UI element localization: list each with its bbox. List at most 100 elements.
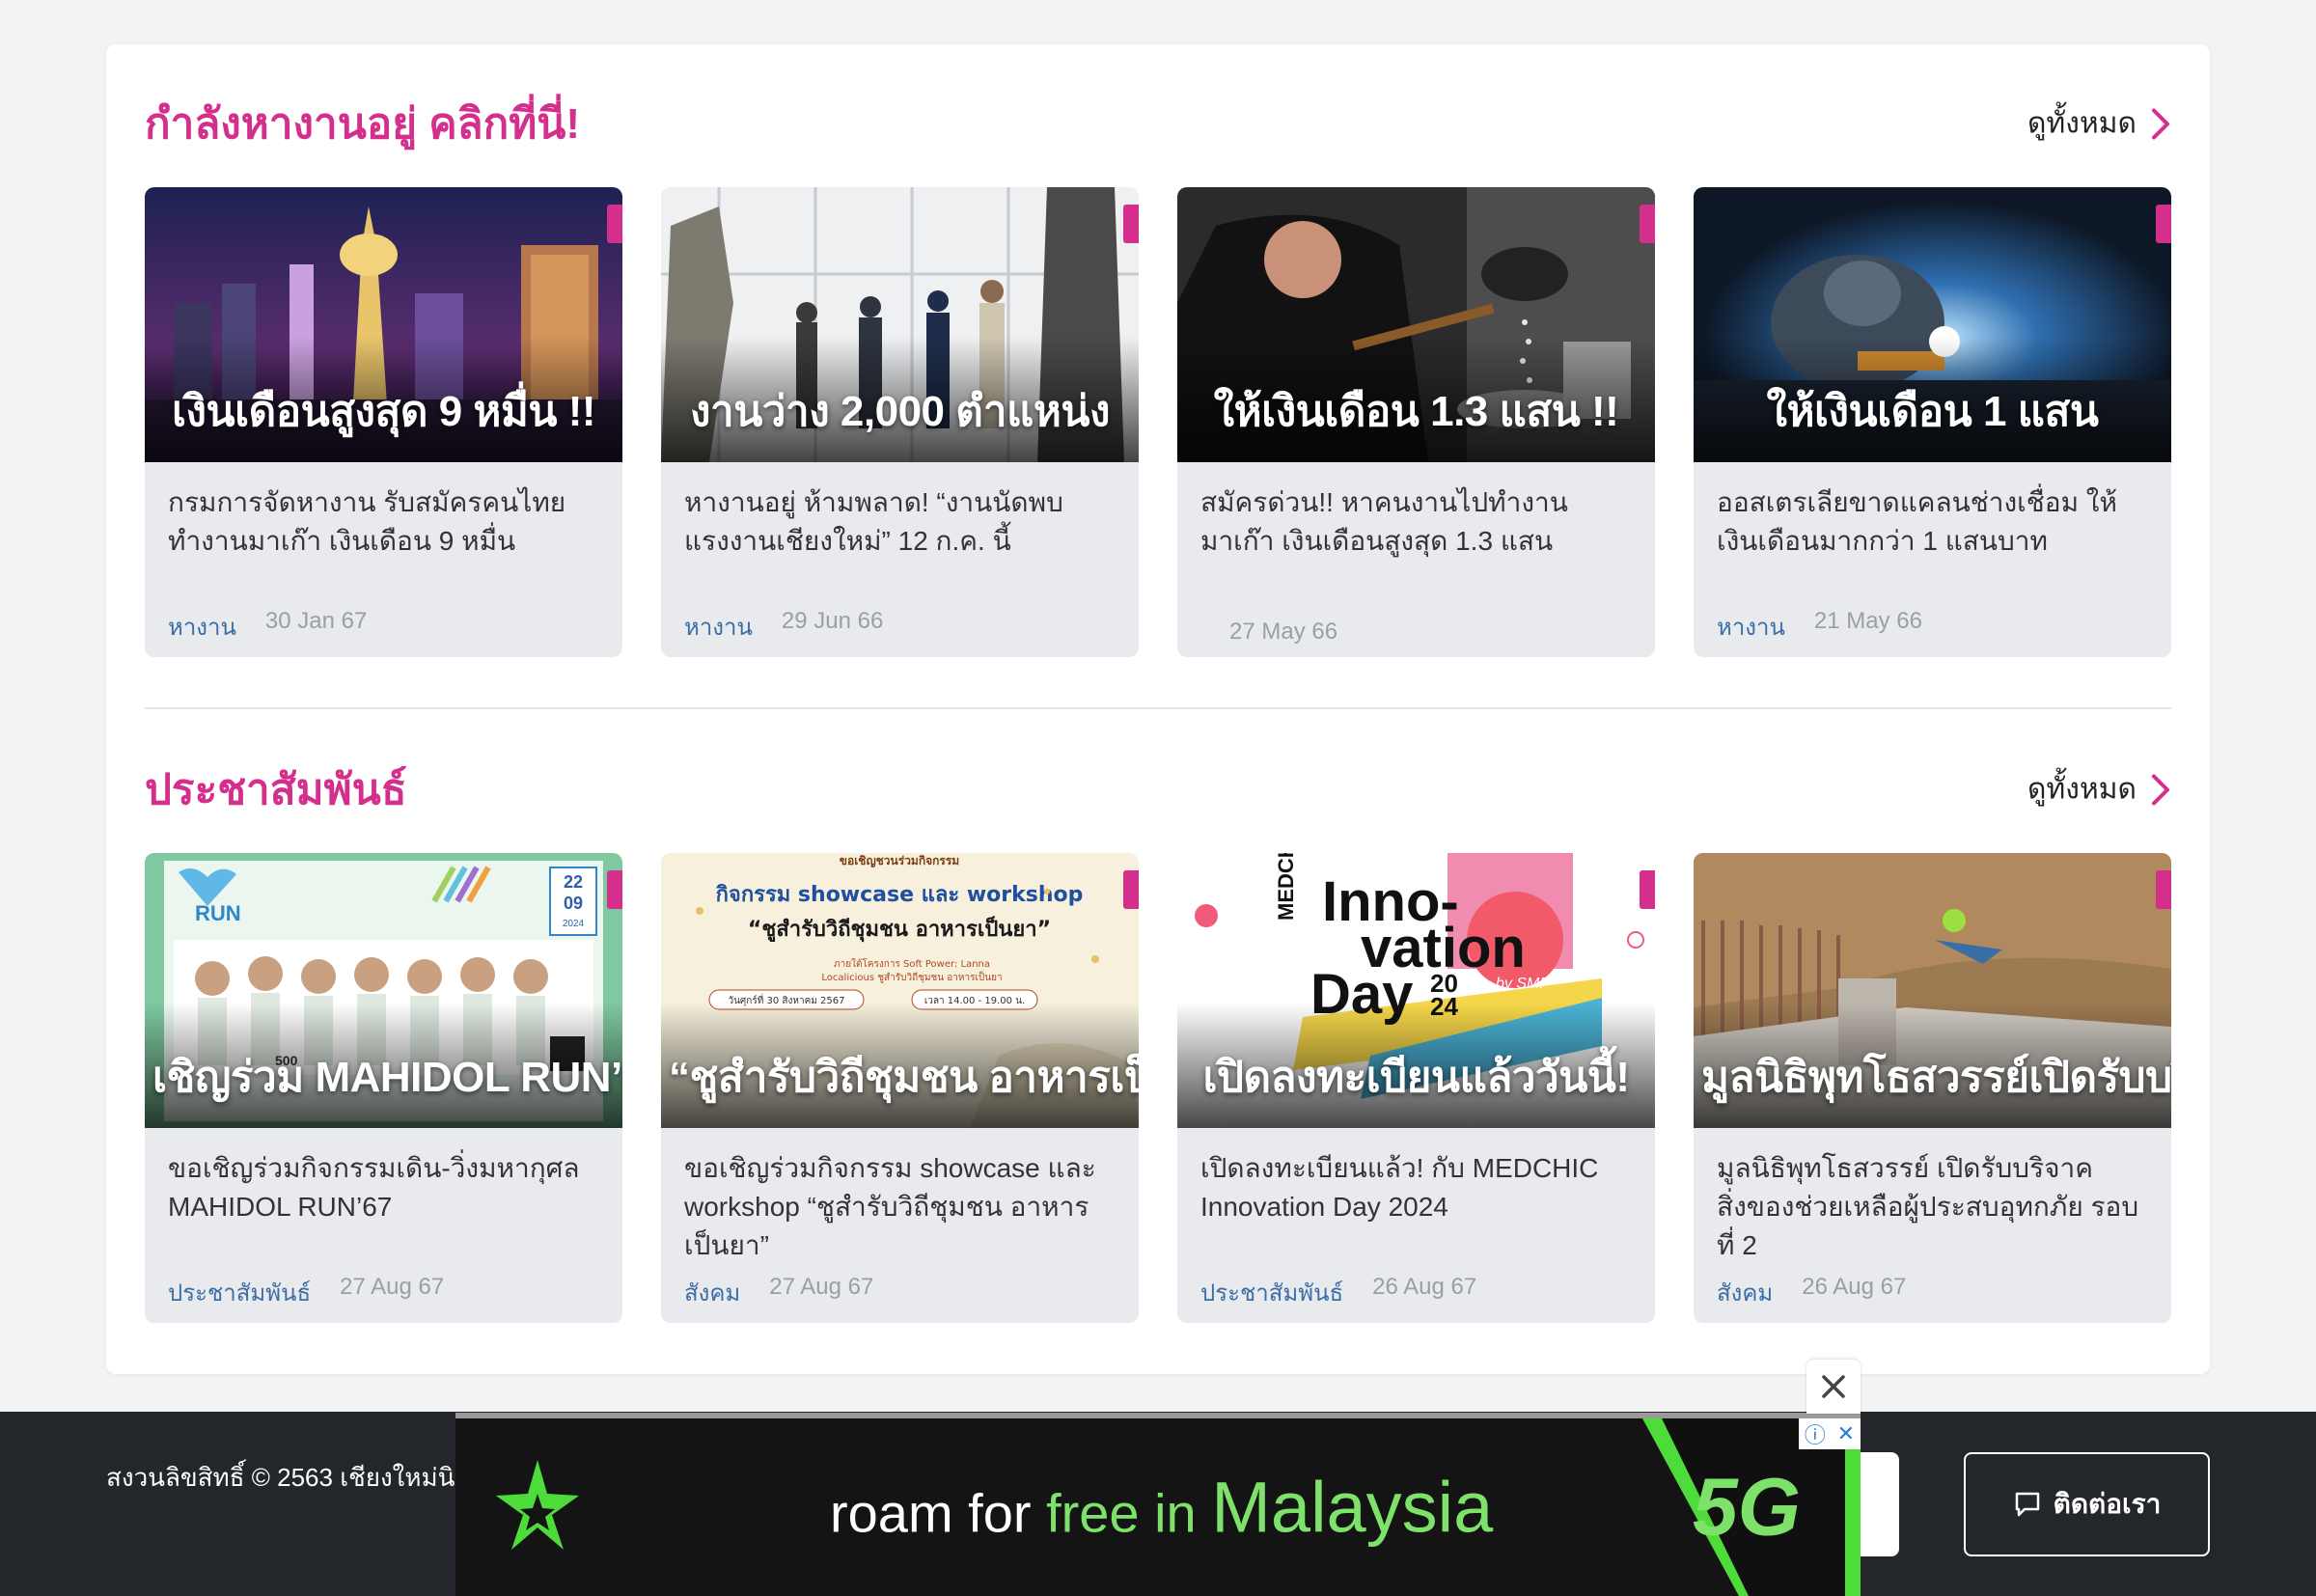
card-title[interactable]: มูลนิธิพุทโธสวรรย์ เปิดรับบริจาคสิ่งของช… [1717,1149,2148,1269]
card-title[interactable]: สมัครด่วน!! หาคนงานไปทำงานมาเก๊า เงินเดื… [1200,483,1632,603]
card-tag[interactable]: หางาน [684,608,753,646]
news-card[interactable]: RUN 22 09 2024 เชิญร่วม MAHIDOL RUN’67 ข… [145,853,622,1323]
card-headline: เปิดลงทะเบียนแล้ววันนี้! [1202,1054,1631,1101]
card-date: 26 Aug 67 [1372,1274,1477,1300]
chevron-right-icon [2152,108,2169,139]
card-date: 26 Aug 67 [1802,1274,1907,1300]
copyright-text: สงวนลิขสิทธิ์ © 2563 เชียงใหม่นิวส [106,1463,484,1492]
close-icon [1822,1375,1845,1398]
see-all-link[interactable]: ดูทั้งหมด [2027,767,2171,812]
card-date: 29 Jun 66 [781,608,884,634]
ad-close-button[interactable] [1806,1360,1861,1414]
section-header: ประชาสัมพันธ์ ดูทั้งหมด [145,751,2171,828]
card-meta: 27 May 66 [1200,619,1337,646]
card-body: ขอเชิญร่วมกิจกรรมเดิน-วิ่งมหากุศล MAHIDO… [145,1128,622,1269]
card-tag[interactable]: สังคม [684,1274,740,1311]
card-meta: หางาน 30 Jan 67 [168,608,367,646]
brand-star-icon [496,1460,579,1550]
card-date: 21 May 66 [1813,608,1922,634]
card-title[interactable]: ออสเตรเลียขาดแคลนช่างเชื่อม ให้เงินเดือน… [1717,483,2148,603]
news-card[interactable]: ให้เงินเดือน 1 แสน ออสเตรเลียขาดแคลนช่าง… [1694,187,2171,657]
card-title[interactable]: ขอเชิญร่วมกิจกรรม showcase และ workshop … [684,1149,1116,1269]
brand-logo [2156,870,2171,909]
card-headline: “ชูสำรับวิถีชุมชน อาหารเป็นยา” [669,1054,1139,1101]
card-meta: หางาน 21 May 66 [1717,608,1922,646]
card-date: 27 Aug 67 [769,1274,874,1300]
innovation-by: by SMP [1496,976,1550,992]
section-jobs: กำลังหางานอยู่ คลิกที่นี่! ดูทั้งหมด เงิ… [145,85,2171,657]
card-title[interactable]: กรมการจัดหางาน รับสมัครคนไทยทำงานมาเก๊า … [168,483,599,603]
chat-icon [2015,1492,2039,1517]
card-tag[interactable]: หางาน [168,608,236,646]
card-tag[interactable]: หางาน [1717,608,1785,646]
card-headline: ให้เงินเดือน 1 แสน [1766,388,2099,435]
card-meta: สังคม 27 Aug 67 [684,1274,873,1311]
card-body: เปิดลงทะเบียนแล้ว! กับ MEDCHIC Innovatio… [1177,1128,1655,1269]
card-tag[interactable]: ประชาสัมพันธ์ [168,1274,311,1311]
card-image: เงินเดือนสูงสุด 9 หมื่น !! [145,187,622,462]
section-divider [145,707,2171,709]
card-body: มูลนิธิพุทโธสวรรย์ เปิดรับบริจาคสิ่งของช… [1694,1128,2171,1269]
chevron-right-icon [2152,774,2169,805]
workshop-project2: Localicious ชูสำรับวิถีชุมชน อาหารเป็นยา [821,970,1002,983]
card-title[interactable]: หางานอยู่ ห้ามพลาด! “งานนัดพบแรงงานเชียง… [684,483,1116,603]
workshop-project: ภายใต้โครงการ Soft Power: Lanna [834,957,990,970]
news-card[interactable]: เงินเดือนสูงสุด 9 หมื่น !! กรมการจัดหางา… [145,187,622,657]
run-logo-text: RUN [195,901,241,925]
ad-text-country: Malaysia [1211,1467,1494,1548]
ad-choices[interactable]: ⓘ ✕ [1799,1418,1861,1449]
card-body: ขอเชิญร่วมกิจกรรม showcase และ workshop … [661,1128,1139,1269]
contact-label: ติดต่อเรา [2053,1489,2162,1519]
run-date-mid: 09 [564,894,583,913]
ad-text: roam for free in Malaysia [830,1467,1493,1549]
card-headline: งานว่าง 2,000 ตำแหน่ง [690,388,1110,435]
ad-banner[interactable]: roam for free in Malaysia 5G ⓘ ✕ [455,1418,1861,1596]
brand-logo [1640,870,1655,909]
card-title[interactable]: เปิดลงทะเบียนแล้ว! กับ MEDCHIC Innovatio… [1200,1149,1632,1269]
card-tag[interactable]: สังคม [1717,1274,1773,1311]
card-body: สมัครด่วน!! หาคนงานไปทำงานมาเก๊า เงินเดื… [1177,462,1655,603]
card-image: RUN 22 09 2024 เชิญร่วม MAHIDOL RUN’67 [145,853,622,1128]
card-image: ขอเชิญชวนร่วมกิจกรรม กิจกรรม showcase แล… [661,853,1139,1128]
card-body: หางานอยู่ ห้ามพลาด! “งานนัดพบแรงงานเชียง… [661,462,1139,603]
card-body: กรมการจัดหางาน รับสมัครคนไทยทำงานมาเก๊า … [145,462,622,603]
content-panel: กำลังหางานอยู่ คลิกที่นี่! ดูทั้งหมด เงิ… [106,44,2210,1374]
ad-5g-badge: 5G [1692,1461,1801,1553]
card-tag[interactable]: ประชาสัมพันธ์ [1200,1274,1343,1311]
card-date: 30 Jan 67 [264,608,368,634]
card-grid: เงินเดือนสูงสุด 9 หมื่น !! กรมการจัดหางา… [145,187,2171,657]
brand-logo [1123,870,1139,909]
run-date-year: 2024 [563,919,585,929]
news-card[interactable]: ขอเชิญชวนร่วมกิจกรรม กิจกรรม showcase แล… [661,853,1139,1323]
see-all-label: ดูทั้งหมด [2027,107,2137,140]
section-title: กำลังหางานอยู่ คลิกที่นี่! [145,100,580,148]
innovation-side-text: MEDCHIC [1274,853,1298,921]
info-icon[interactable]: ⓘ [1805,1418,1826,1449]
ad-text-free: free in [1046,1482,1212,1544]
card-date: 27 Aug 67 [340,1274,445,1300]
card-meta: สังคม 26 Aug 67 [1717,1274,1906,1311]
contact-button[interactable]: ติดต่อเรา [1964,1452,2210,1556]
see-all-link[interactable]: ดูทั้งหมด [2027,101,2171,147]
card-meta: ประชาสัมพันธ์ 27 Aug 67 [168,1274,444,1311]
section-title: ประชาสัมพันธ์ [145,766,407,813]
card-date: 27 May 66 [1229,619,1338,645]
see-all-label: ดูทั้งหมด [2027,773,2137,806]
workshop-line2: “ชูสำรับวิถีชุมชน อาหารเป็นยา” [748,915,1051,943]
card-grid: RUN 22 09 2024 เชิญร่วม MAHIDOL RUN’67 ข… [145,853,2171,1323]
ad-text-roam: roam for [830,1482,1047,1544]
section-header: กำลังหางานอยู่ คลิกที่นี่! ดูทั้งหมด [145,85,2171,162]
workshop-line1: กิจกรรม showcase และ workshop [716,883,1084,907]
brand-logo [607,205,622,243]
workshop-invite: ขอเชิญชวนร่วมกิจกรรม [840,854,959,867]
card-headline: มูลนิธิพุทโธสวรรย์เปิดรับบริจาค [1701,1054,2171,1101]
card-image: มูลนิธิพุทโธสวรรย์เปิดรับบริจาค [1694,853,2171,1128]
card-meta: ประชาสัมพันธ์ 26 Aug 67 [1200,1274,1476,1311]
news-card[interactable]: MEDCHIC Inno- vation Day 20 24 by SMP เป… [1177,853,1655,1323]
news-card[interactable]: ให้เงินเดือน 1.3 แสน !! สมัครด่วน!! หาคน… [1177,187,1655,657]
ad-close-icon[interactable]: ✕ [1837,1421,1855,1446]
news-card[interactable]: งานว่าง 2,000 ตำแหน่ง หางานอยู่ ห้ามพลาด… [661,187,1139,657]
card-headline: ให้เงินเดือน 1.3 แสน !! [1213,388,1619,435]
news-card[interactable]: มูลนิธิพุทโธสวรรย์เปิดรับบริจาค มูลนิธิพ… [1694,853,2171,1323]
card-title[interactable]: ขอเชิญร่วมกิจกรรมเดิน-วิ่งมหากุศล MAHIDO… [168,1149,599,1269]
